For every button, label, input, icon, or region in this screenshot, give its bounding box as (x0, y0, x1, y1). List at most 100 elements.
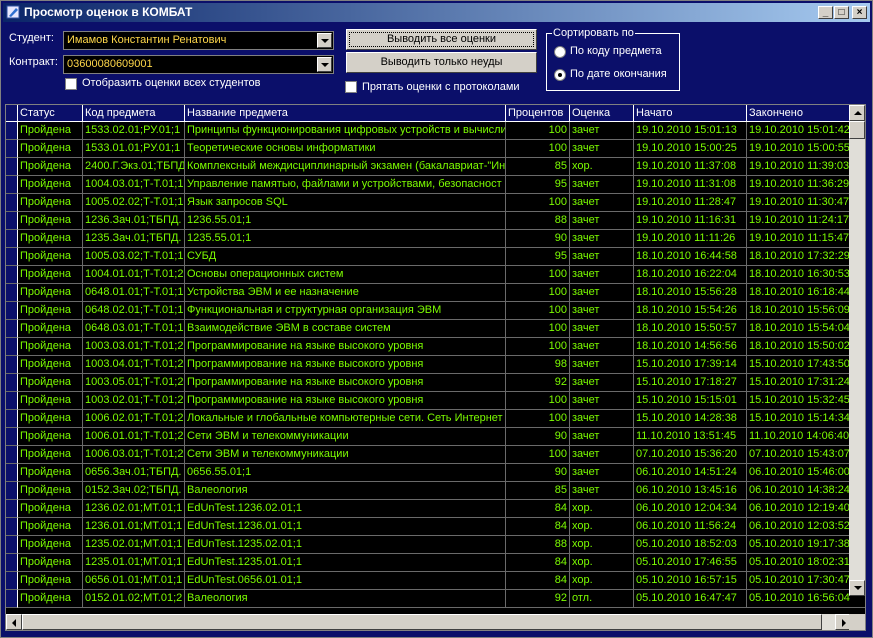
row-indicator[interactable] (6, 554, 18, 572)
column-header[interactable]: Название предмета (185, 105, 506, 122)
chevron-down-icon[interactable] (317, 57, 332, 72)
row-indicator[interactable] (6, 320, 18, 338)
maximize-button[interactable]: □ (834, 6, 849, 19)
grades-table[interactable]: Статус Код предмета Название предмета Проце… (5, 104, 866, 631)
table-row[interactable]: Пройдена 1005.02.02;Т-Т.01;1 Язык запросов… (6, 194, 865, 212)
contract-select[interactable]: 03600080609001 (63, 55, 334, 74)
row-indicator[interactable] (6, 392, 18, 410)
row-indicator[interactable] (6, 446, 18, 464)
table-row[interactable]: Пройдена 1236.02.01;МТ.01;1 EdUnTest.1236.… (6, 500, 865, 518)
table-row[interactable]: Пройдена 0152.01.02;МТ.01;2 Валеология 92 от… (6, 590, 865, 608)
column-header[interactable]: Начато (634, 105, 747, 122)
table-row[interactable]: Пройдена 0648.02.01;Т-Т.01;1 Функциональна… (6, 302, 865, 320)
title-bar[interactable]: Просмотр оценок в КОМБАТ _ □ × (3, 3, 870, 22)
row-indicator[interactable] (6, 482, 18, 500)
hide-with-protocols-checkbox[interactable] (345, 81, 357, 93)
table-row[interactable]: Пройдена 0656.01.01;МТ.01;1 EdUnTest.0656.… (6, 572, 865, 590)
table-cell: 06.10.2010 12:04:34 (634, 500, 747, 518)
row-indicator[interactable] (6, 338, 18, 356)
row-indicator[interactable] (6, 410, 18, 428)
row-indicator[interactable] (6, 230, 18, 248)
table-row[interactable]: Пройдена 1003.05.01;Т-Т.01;2 Программирова… (6, 374, 865, 392)
table-cell: 1005.03.02;Т-Т.01;1 (83, 248, 185, 266)
row-indicator[interactable] (6, 464, 18, 482)
vertical-scroll-thumb[interactable] (849, 121, 865, 139)
table-cell: 92 (506, 374, 570, 392)
row-indicator[interactable] (6, 140, 18, 158)
row-indicator[interactable] (6, 302, 18, 320)
table-row[interactable]: Пройдена 0656.Зач.01;ТБПД. 0656.55.01;1 90 з… (6, 464, 865, 482)
table-row[interactable]: Пройдена 1235.01.01;МТ.01;1 EdUnTest.1235.… (6, 554, 865, 572)
table-cell: зачет (570, 302, 634, 320)
column-header[interactable]: Процентов (506, 105, 570, 122)
table-row[interactable]: Пройдена 0648.03.01;Т-Т.01;1 Взаимодействи… (6, 320, 865, 338)
row-indicator[interactable] (6, 518, 18, 536)
row-indicator[interactable] (6, 194, 18, 212)
table-row[interactable]: Пройдена 1236.01.01;МТ.01;1 EdUnTest.1236.… (6, 518, 865, 536)
table-row[interactable]: Пройдена 1004.03.01;Т-Т.01;1 Управление па… (6, 176, 865, 194)
minimize-button[interactable]: _ (818, 6, 833, 19)
table-row[interactable]: Пройдена 1003.04.01;Т-Т.01;2 Программирова… (6, 356, 865, 374)
close-button[interactable]: × (852, 6, 867, 19)
table-cell: зачет (570, 428, 634, 446)
row-indicator[interactable] (6, 176, 18, 194)
table-cell: зачет (570, 482, 634, 500)
table-row[interactable]: Пройдена 1533.01.01;РУ.01;1 Теоретические … (6, 140, 865, 158)
chevron-down-icon[interactable] (317, 33, 332, 48)
table-cell: Пройдена (18, 194, 83, 212)
table-row[interactable]: Пройдена 1006.02.01;Т-Т.01;2 Локальные и г… (6, 410, 865, 428)
row-indicator[interactable] (6, 284, 18, 302)
table-row[interactable]: Пройдена 1236.Зач.01;ТБПД. 1236.55.01;1 88 з… (6, 212, 865, 230)
column-header[interactable]: Оценка (570, 105, 634, 122)
table-row[interactable]: Пройдена 1006.03.01;Т-Т.01;2 Сети ЭВМ и те… (6, 446, 865, 464)
table-row[interactable]: Пройдена 1004.01.01;Т-Т.01;2 Основы операц… (6, 266, 865, 284)
row-indicator[interactable] (6, 536, 18, 554)
horizontal-scrollbar[interactable] (6, 614, 851, 630)
row-indicator[interactable] (6, 590, 18, 608)
row-indicator[interactable] (6, 428, 18, 446)
table-cell: EdUnTest.1236.02.01;1 (185, 500, 506, 518)
row-indicator[interactable] (6, 122, 18, 140)
show-failed-only-button[interactable]: Выводить только неуды (346, 52, 537, 73)
scroll-up-icon[interactable] (849, 105, 865, 121)
row-indicator[interactable] (6, 212, 18, 230)
table-row[interactable]: Пройдена 1003.03.01;Т-Т.01;2 Программирова… (6, 338, 865, 356)
student-select[interactable]: Имамов Константин Ренатович (63, 31, 334, 50)
row-indicator[interactable] (6, 266, 18, 284)
table-row[interactable]: Пройдена 2400.Г.Экз.01;ТБПД Комплексный ме… (6, 158, 865, 176)
row-indicator[interactable] (6, 158, 18, 176)
scroll-left-icon[interactable] (6, 614, 22, 630)
show-all-students-checkbox[interactable] (65, 78, 77, 90)
table-row[interactable]: Пройдена 1006.01.01;Т-Т.01;2 Сети ЭВМ и те… (6, 428, 865, 446)
table-cell: Пройдена (18, 320, 83, 338)
row-indicator[interactable] (6, 572, 18, 590)
window-title: Просмотр оценок в КОМБАТ (24, 5, 193, 19)
row-indicator[interactable] (6, 374, 18, 392)
table-row[interactable]: Пройдена 0152.Зач.02;ТБПД. Валеология 85 зач… (6, 482, 865, 500)
column-header[interactable]: Код предмета (83, 105, 185, 122)
table-cell: Пройдена (18, 248, 83, 266)
table-row[interactable]: Пройдена 1005.03.02;Т-Т.01;1 СУБД 95 зачет 18… (6, 248, 865, 266)
table-row[interactable]: Пройдена 1235.02.01;МТ.01;1 EdUnTest.1235.… (6, 536, 865, 554)
table-row[interactable]: Пройдена 1235.Зач.01;ТБПД. 1235.55.01;1 90 з… (6, 230, 865, 248)
sort-by-end-date-radio[interactable] (554, 69, 566, 81)
table-cell: зачет (570, 176, 634, 194)
row-indicator[interactable] (6, 248, 18, 266)
row-indicator[interactable] (6, 500, 18, 518)
sort-by-code-radio[interactable] (554, 46, 566, 58)
table-cell: Пройдена (18, 572, 83, 590)
table-cell: 100 (506, 446, 570, 464)
table-cell: зачет (570, 194, 634, 212)
table-row[interactable]: Пройдена 0648.01.01;Т-Т.01;1 Устройства ЭВ… (6, 284, 865, 302)
table-cell: EdUnTest.1235.01.01;1 (185, 554, 506, 572)
horizontal-scroll-thumb[interactable] (22, 614, 822, 630)
table-row[interactable]: Пройдена 1003.02.01;Т-Т.01;2 Программирова… (6, 392, 865, 410)
table-cell: Функциональная и структурная организация… (185, 302, 506, 320)
table-cell: 05.10.2010 16:47:47 (634, 590, 747, 608)
vertical-scrollbar[interactable] (849, 105, 865, 596)
column-header[interactable]: Статус (18, 105, 83, 122)
row-indicator[interactable] (6, 356, 18, 374)
table-row[interactable]: Пройдена 1533.02.01;РУ.01;1 Принципы функц… (6, 122, 865, 140)
show-all-grades-button[interactable]: Выводить все оценки (346, 29, 537, 50)
scroll-down-icon[interactable] (849, 580, 865, 596)
